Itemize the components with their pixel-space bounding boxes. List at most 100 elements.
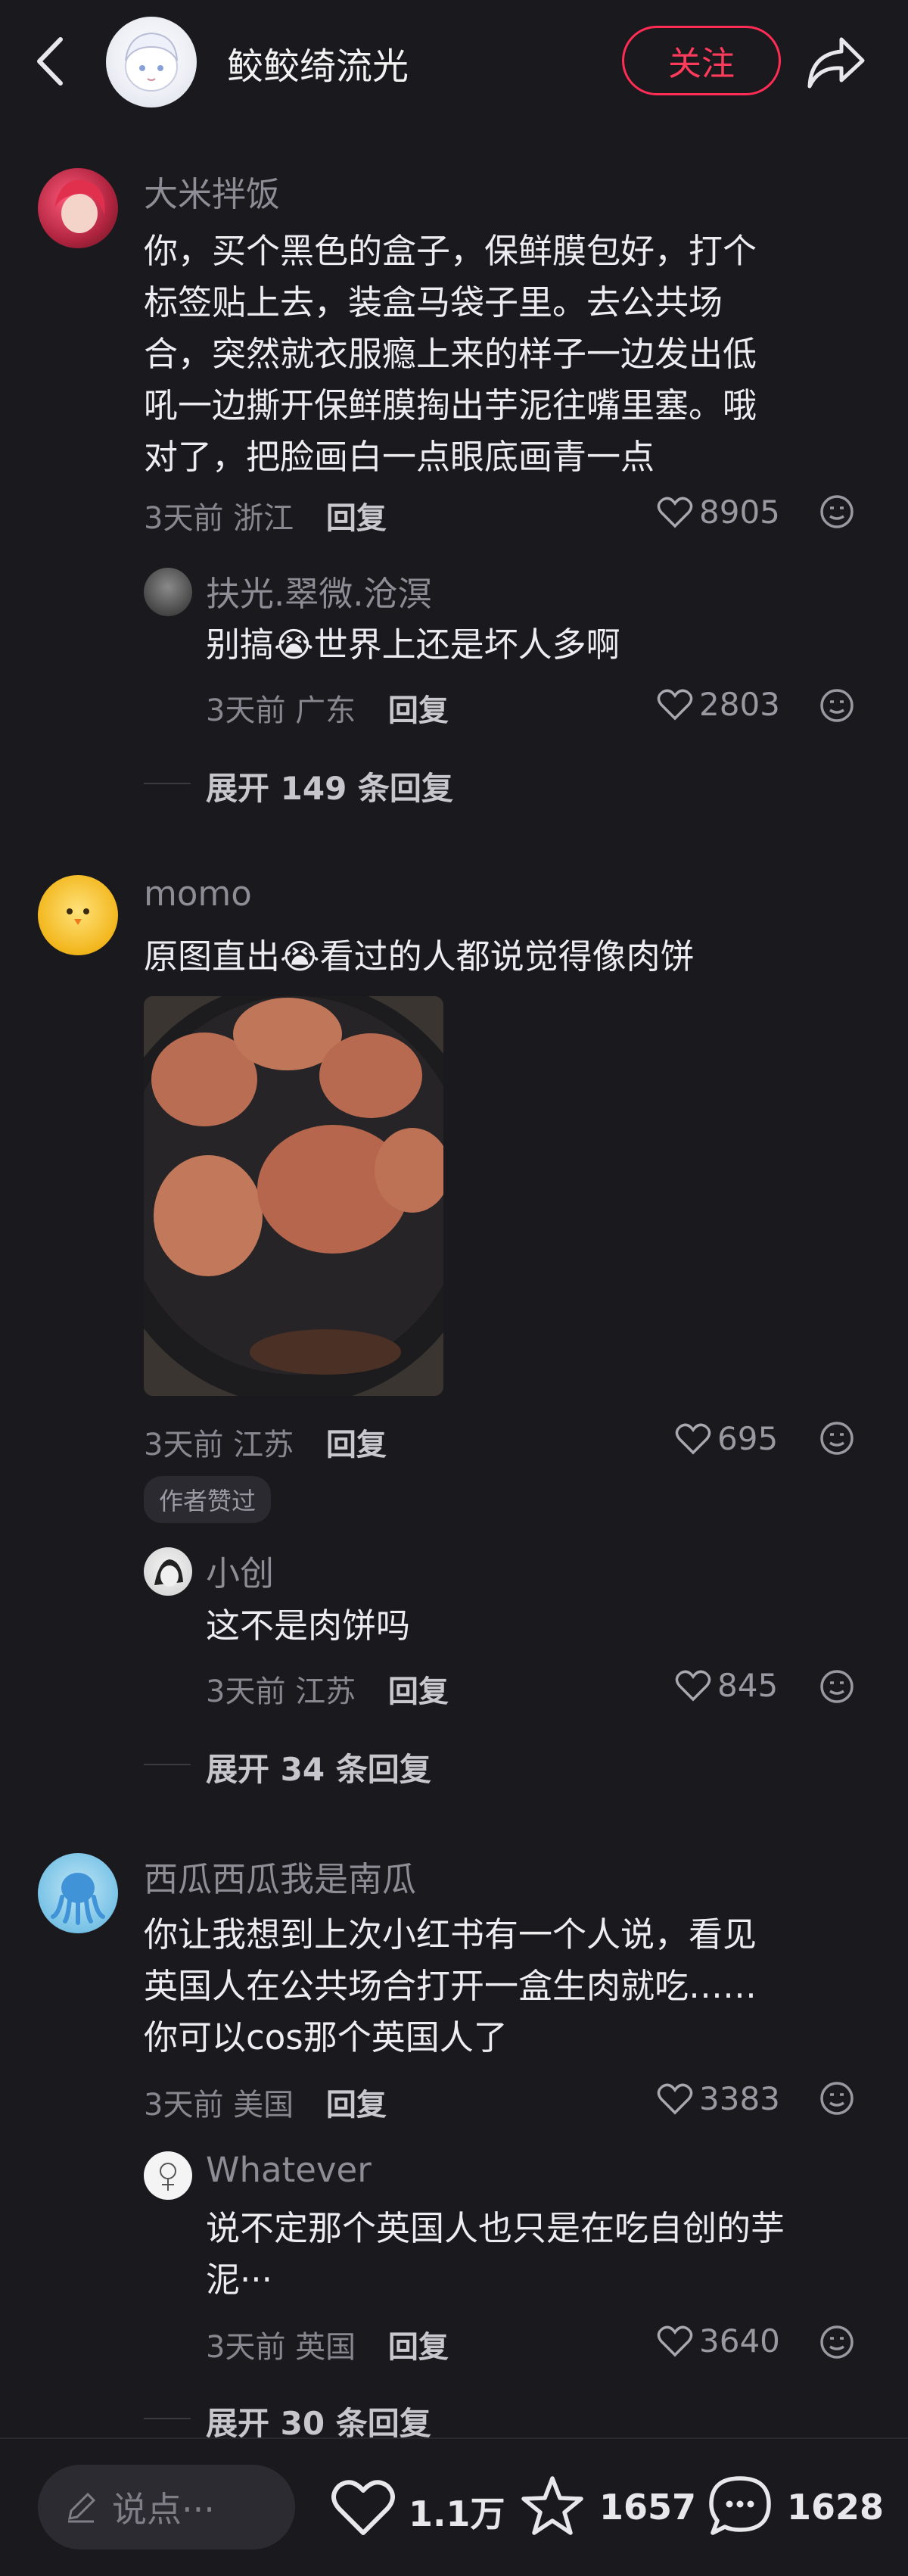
heart-icon xyxy=(657,497,693,528)
comment-time: 3天前 xyxy=(144,2088,224,2123)
back-arrow-icon[interactable] xyxy=(33,35,67,88)
likes-count: 1.1万 xyxy=(409,2493,505,2534)
pencil-icon xyxy=(68,2492,96,2523)
like-button[interactable]: 695 xyxy=(675,1420,778,1457)
reply-time: 3天前 xyxy=(206,2330,286,2365)
reply-time: 3天前 xyxy=(206,693,286,728)
avatar[interactable] xyxy=(144,2151,192,2200)
follow-button[interactable]: 关注 xyxy=(622,26,781,95)
reply-button[interactable]: 回复 xyxy=(388,693,449,728)
comment-location: 江苏 xyxy=(233,1428,294,1462)
comment-meta: 3天前 浙江 回复 xyxy=(144,494,387,537)
reply-button[interactable]: 回复 xyxy=(388,1674,449,1709)
comment-photo[interactable] xyxy=(144,996,443,1396)
comment-text-line: 标签贴上去，装盒马袋子里。去公共场 xyxy=(144,282,723,322)
like-count: 3640 xyxy=(699,2322,780,2360)
comment-text: 你让我想到上次小红书有一个人说，看见 英国人在公共场合打开一盒生肉就吃…… 你可… xyxy=(144,1909,870,2064)
avatar[interactable] xyxy=(38,168,118,248)
reply-button[interactable]: 回复 xyxy=(326,1428,387,1462)
reply-username[interactable]: Whatever xyxy=(206,2150,372,2190)
reply-button[interactable]: 回复 xyxy=(388,2330,449,2365)
comment-text-line: 你可以cos那个英国人了 xyxy=(144,2017,508,2057)
like-button[interactable]: 2803 xyxy=(657,686,780,723)
reply-text-line: 说不定那个英国人也只是在吃自创的芋 xyxy=(206,2208,785,2248)
expand-replies-button[interactable]: 展开 149 条回复 xyxy=(206,763,453,809)
divider xyxy=(144,2418,191,2419)
avatar[interactable] xyxy=(144,1547,192,1596)
comment-text: 原图直出😭看过的人都说觉得像肉饼 xyxy=(144,931,695,983)
comment-input-placeholder: 说点··· xyxy=(112,2489,215,2530)
comment-text-line: 你，买个黑色的盒子，保鲜膜包好，打个 xyxy=(144,231,757,271)
author-name[interactable]: 鲛鲛绮流光 xyxy=(227,36,409,89)
anime-girl-avatar-icon xyxy=(54,179,105,233)
comment-input[interactable]: 说点··· xyxy=(38,2465,295,2550)
reply-time: 3天前 xyxy=(206,1674,286,1709)
like-count: 8905 xyxy=(699,494,780,531)
author-avatar[interactable] xyxy=(106,17,197,107)
heart-icon xyxy=(657,2083,693,2114)
like-button[interactable]: 8905 xyxy=(657,494,780,531)
comment-location: 美国 xyxy=(233,2088,294,2123)
chick-avatar-icon xyxy=(67,908,89,925)
fried-patties-photo xyxy=(144,996,443,1396)
comment-username[interactable]: momo xyxy=(144,874,252,914)
share-icon[interactable] xyxy=(804,32,867,92)
comment-text-line: 你让我想到上次小红书有一个人说，看见 xyxy=(144,1914,757,1955)
comment-text-line: 合，突然就衣服瘾上来的样子一边发出低 xyxy=(144,334,757,374)
like-count: 2803 xyxy=(699,686,780,723)
octopus-avatar-icon xyxy=(51,1873,105,1925)
smiley-icon[interactable] xyxy=(819,1420,855,1456)
favorites-count: 1657 xyxy=(599,2487,697,2528)
smiley-icon[interactable] xyxy=(819,2080,855,2117)
reply-text-part: 别搞 xyxy=(206,625,275,665)
crying-emoji: 😭 xyxy=(274,625,314,665)
comment-bubble-icon[interactable] xyxy=(707,2474,773,2539)
comment-time: 3天前 xyxy=(144,1428,224,1462)
comment-meta: 3天前 江苏 回复 xyxy=(144,1420,387,1464)
comment-username[interactable]: 西瓜西瓜我是南瓜 xyxy=(144,1852,416,1901)
like-heart-icon[interactable] xyxy=(330,2477,396,2539)
comment-time: 3天前 xyxy=(144,501,224,536)
reply-text-line: 泥··· xyxy=(206,2260,272,2300)
smiley-icon[interactable] xyxy=(819,1668,855,1705)
comment-text-line: 英国人在公共场合打开一盒生肉就吃…… xyxy=(144,1966,757,2006)
heart-icon xyxy=(675,1423,711,1454)
like-button[interactable]: 3640 xyxy=(657,2322,780,2360)
avatar[interactable] xyxy=(38,1853,118,1933)
doodle-avatar-icon xyxy=(160,2163,176,2191)
avatar[interactable] xyxy=(38,875,118,955)
reply-location: 英国 xyxy=(295,2330,356,2365)
like-button[interactable]: 845 xyxy=(675,1667,778,1704)
comment-text: 你，买个黑色的盒子，保鲜膜包好，打个 标签贴上去，装盒马袋子里。去公共场 合，突… xyxy=(144,226,870,483)
comment-meta: 3天前 美国 回复 xyxy=(144,2080,387,2124)
smiley-icon[interactable] xyxy=(819,494,855,530)
crying-emoji: 😭 xyxy=(280,936,320,977)
reply-location: 江苏 xyxy=(295,1674,356,1709)
smiley-icon[interactable] xyxy=(819,2324,855,2360)
reply-username[interactable]: 小创 xyxy=(206,1546,274,1595)
favorite-star-icon[interactable] xyxy=(519,2474,586,2539)
reply-text: 别搞😭世界上还是坏人多啊 xyxy=(206,619,620,671)
reply-meta: 3天前 英国 回复 xyxy=(206,2322,449,2366)
like-count: 845 xyxy=(717,1667,779,1704)
like-count: 3383 xyxy=(699,2080,780,2117)
heart-icon xyxy=(675,1670,711,1701)
reply-button[interactable]: 回复 xyxy=(326,2088,387,2123)
comment-text-line: 吼一边撕开保鲜膜掏出芋泥往嘴里塞。哦 xyxy=(144,385,757,425)
comment-username[interactable]: 大米拌饭 xyxy=(144,167,280,216)
divider xyxy=(144,1764,191,1765)
reply-button[interactable]: 回复 xyxy=(326,501,387,536)
sketch-avatar-icon xyxy=(154,1559,183,1587)
author-liked-badge: 作者赞过 xyxy=(144,1476,272,1523)
avatar[interactable] xyxy=(144,568,192,616)
comment-text-line: 对了，把脸画白一点眼底画青一点 xyxy=(144,437,655,477)
comment-text-part: 原图直出 xyxy=(144,936,281,977)
reply-meta: 3天前 江苏 回复 xyxy=(206,1667,449,1711)
expand-replies-button[interactable]: 展开 34 条回复 xyxy=(206,1744,431,1790)
heart-icon xyxy=(657,689,693,720)
reply-meta: 3天前 广东 回复 xyxy=(206,686,449,730)
smiley-icon[interactable] xyxy=(819,687,855,724)
like-button[interactable]: 3383 xyxy=(657,2080,780,2117)
heart-icon xyxy=(657,2325,693,2356)
reply-username[interactable]: 扶光.翠微.沧溟 xyxy=(206,566,432,615)
